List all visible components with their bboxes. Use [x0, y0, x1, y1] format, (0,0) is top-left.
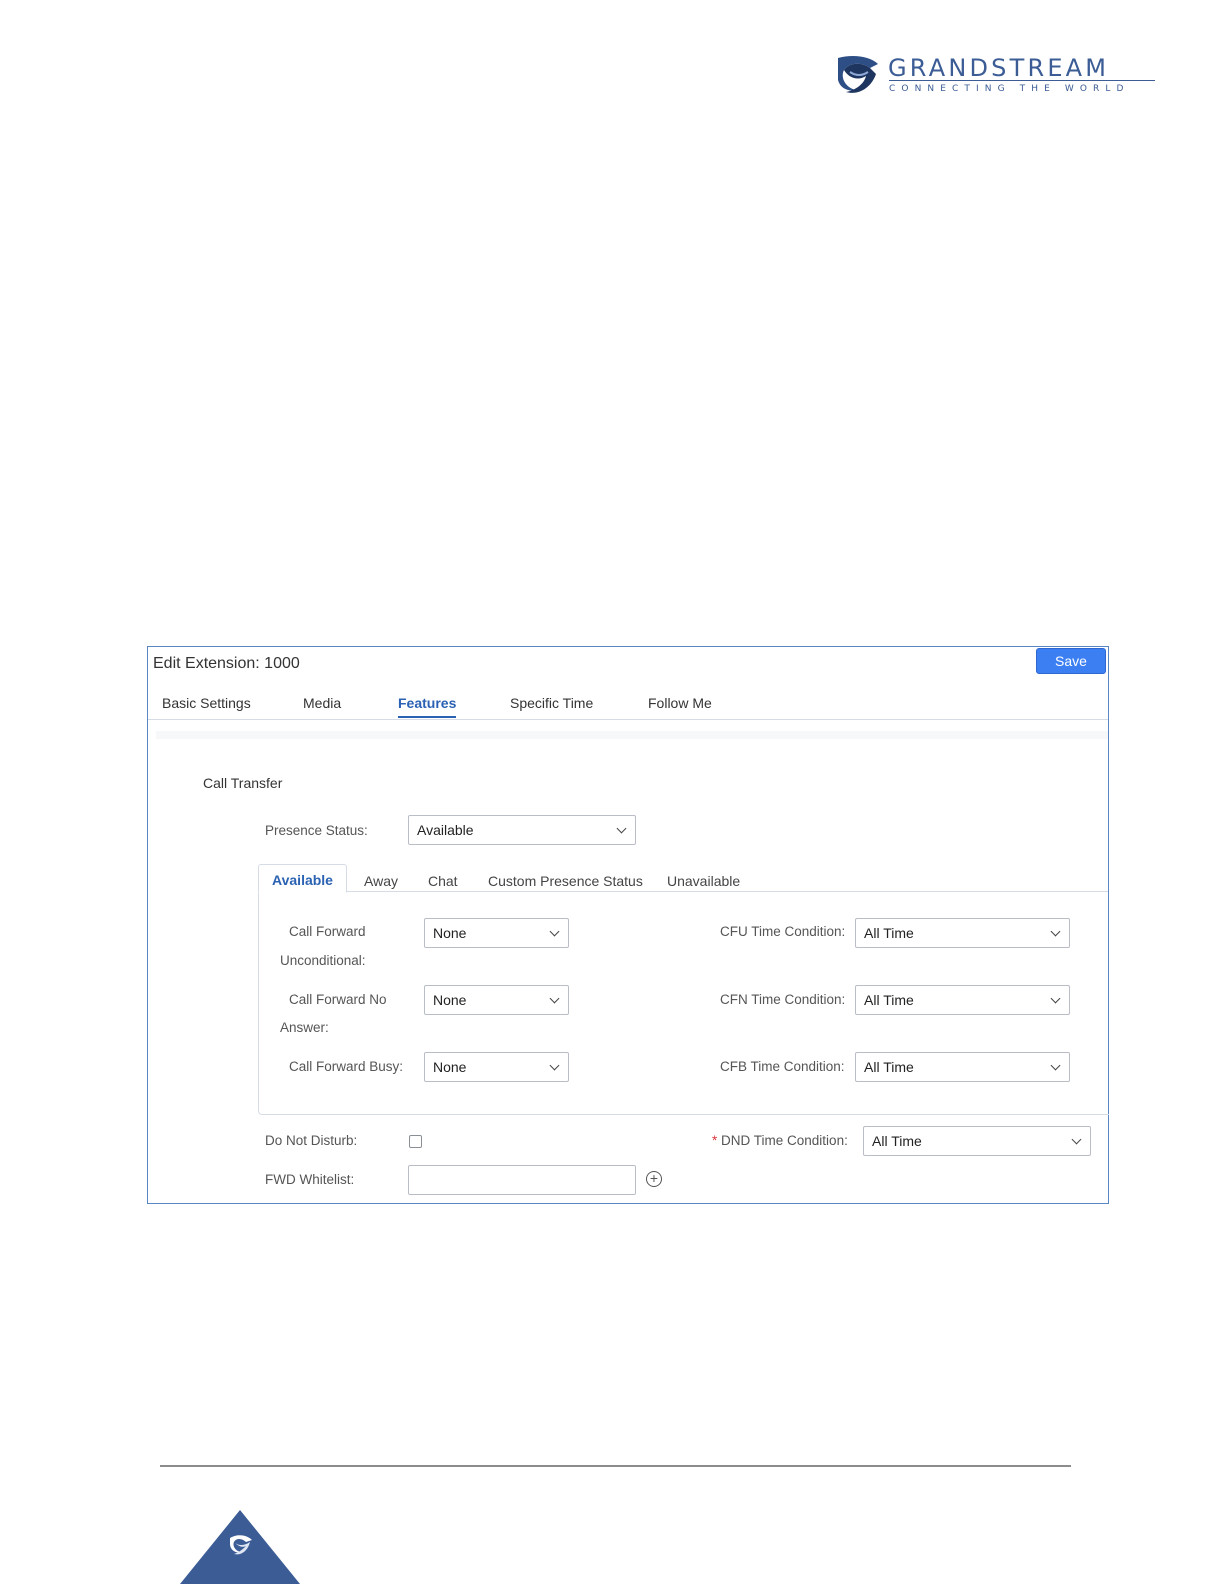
dnd-label: Do Not Disturb:: [265, 1133, 358, 1148]
presence-tab-away[interactable]: Away: [364, 873, 398, 889]
cfn-label-line2: Answer:: [280, 1020, 329, 1035]
cfu-label-line1: Call Forward: [289, 924, 366, 939]
presence-tab-custom[interactable]: Custom Presence Status: [488, 873, 643, 889]
presence-status-select[interactable]: Available: [408, 815, 636, 845]
required-mark: *: [712, 1133, 718, 1148]
chevron-down-icon: [1050, 1060, 1061, 1071]
presence-tab-available[interactable]: Available: [258, 864, 347, 893]
presence-status-value: Available: [417, 822, 474, 838]
cfb-select[interactable]: None: [424, 1052, 569, 1082]
cfb-time-value: All Time: [864, 1059, 914, 1075]
chevron-down-icon: [549, 993, 560, 1004]
cfb-label: Call Forward Busy:: [289, 1059, 404, 1074]
chevron-down-icon: [1050, 993, 1061, 1004]
dialog-title: Edit Extension: 1000: [153, 655, 300, 672]
fwd-whitelist-label: FWD Whitelist:: [265, 1172, 355, 1187]
cfu-time-label: CFU Time Condition:: [720, 924, 846, 939]
dnd-time-value: All Time: [872, 1133, 922, 1149]
section-title: Call Transfer: [203, 775, 283, 791]
content-divider: [156, 731, 1108, 739]
cfu-value: None: [433, 925, 467, 941]
chevron-down-icon: [616, 823, 627, 834]
brand-underline: [889, 80, 1155, 81]
presence-tab-chat[interactable]: Chat: [428, 873, 458, 889]
fwd-whitelist-input[interactable]: [408, 1165, 636, 1195]
cfu-time-value: All Time: [864, 925, 914, 941]
save-button[interactable]: Save: [1036, 648, 1106, 674]
edit-extension-dialog: Edit Extension: 1000 Save Basic Settings…: [147, 646, 1109, 1204]
chevron-down-icon: [549, 926, 560, 937]
presence-tab-unavailable[interactable]: Unavailable: [667, 873, 740, 889]
cfn-select[interactable]: None: [424, 985, 569, 1015]
dnd-time-select[interactable]: All Time: [863, 1126, 1091, 1156]
plus-circle-icon[interactable]: +: [646, 1171, 662, 1187]
chevron-down-icon: [549, 1060, 560, 1071]
cfn-value: None: [433, 992, 467, 1008]
cfb-time-select[interactable]: All Time: [855, 1052, 1070, 1082]
cfu-label-line2: Unconditional:: [280, 953, 366, 968]
dnd-time-label-text: DND Time Condition:: [721, 1133, 848, 1148]
footer-rule: [160, 1465, 1071, 1467]
tab-specific-time[interactable]: Specific Time: [510, 695, 593, 711]
grandstream-logo-icon: [838, 56, 878, 93]
cfu-time-select[interactable]: All Time: [855, 918, 1070, 948]
chevron-down-icon: [1071, 1134, 1082, 1145]
tab-follow-me[interactable]: Follow Me: [648, 695, 712, 711]
cfb-time-label: CFB Time Condition:: [720, 1059, 845, 1074]
cfb-value: None: [433, 1059, 467, 1075]
dnd-time-label: * DND Time Condition:: [712, 1126, 848, 1155]
grandstream-header-logo: GRANDSTREAM CONNECTING THE WORLD: [832, 52, 1162, 100]
cfn-time-select[interactable]: All Time: [855, 985, 1070, 1015]
brand-tagline: CONNECTING THE WORLD: [889, 84, 1130, 94]
presence-status-label: Presence Status:: [265, 823, 368, 838]
cfn-time-value: All Time: [864, 992, 914, 1008]
extension-tabs: Basic Settings Media Features Specific T…: [148, 695, 1108, 720]
cfn-label-line1: Call Forward No: [289, 992, 387, 1007]
tab-features[interactable]: Features: [398, 695, 457, 718]
footer-triangle-logo-icon: [180, 1510, 300, 1584]
chevron-down-icon: [1050, 926, 1061, 937]
tab-basic-settings[interactable]: Basic Settings: [162, 695, 251, 711]
tab-media[interactable]: Media: [303, 695, 341, 711]
cfn-time-label: CFN Time Condition:: [720, 992, 846, 1007]
cfu-select[interactable]: None: [424, 918, 569, 948]
brand-name: GRANDSTREAM: [888, 54, 1110, 82]
dnd-checkbox[interactable]: [409, 1135, 422, 1148]
